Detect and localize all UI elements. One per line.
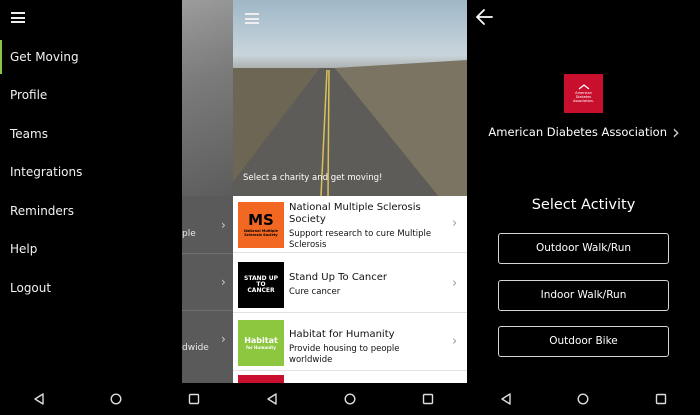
charity-row-habitat[interactable]: Habitat for Humanity Habitat for Humanit…: [233, 314, 467, 371]
charity-title: Stand Up To Cancer: [289, 272, 388, 283]
hero-image: Select a charity and get moving!: [233, 0, 467, 196]
charity-title: Habitat for Humanity: [289, 329, 395, 340]
su2c-logo: STAND UP TO CANCER: [238, 262, 284, 308]
charity-row-su2c[interactable]: STAND UP TO CANCER Stand Up To Cancer Cu…: [233, 256, 467, 313]
charity-description: Provide housing to people worldwide: [289, 344, 400, 365]
back-arrow-icon[interactable]: [475, 8, 495, 26]
selected-charity-name[interactable]: American Diabetes Association: [467, 125, 667, 139]
home-nav-icon[interactable]: [571, 387, 595, 411]
drawer-item-get-moving[interactable]: Get Moving: [0, 40, 182, 74]
backdrop-list: ple › › dwide ›: [182, 196, 233, 383]
charity-description: Cure cancer: [289, 287, 341, 297]
hero-caption: Select a charity and get moving!: [243, 173, 383, 183]
select-activity-screen: American Diabetes Association. American …: [467, 0, 700, 415]
road-illustration: [233, 60, 467, 196]
charity-title: National Multiple Sclerosis Society: [289, 202, 421, 225]
drawer-item-help[interactable]: Help: [0, 232, 182, 266]
chevron-right-icon: ›: [452, 334, 458, 349]
drawer-item-profile[interactable]: Profile: [0, 78, 182, 112]
backdrop-hero-image: [182, 0, 233, 196]
recents-nav-icon[interactable]: [416, 387, 440, 411]
ada-logo: American Diabetes Association.: [564, 74, 603, 113]
outdoor-bike-button[interactable]: Outdoor Bike: [498, 326, 669, 357]
system-nav-bar: [233, 383, 467, 415]
chevron-right-icon: ›: [452, 216, 458, 231]
chevron-right-icon: ›: [221, 332, 226, 346]
divider: [182, 253, 233, 254]
chevron-right-icon: ›: [221, 218, 226, 232]
system-nav-bar: [0, 383, 233, 415]
recents-nav-icon[interactable]: [182, 387, 206, 411]
drawer-item-logout[interactable]: Logout: [0, 271, 182, 305]
home-nav-icon[interactable]: [338, 387, 362, 411]
recents-nav-icon[interactable]: [649, 387, 673, 411]
menu-icon[interactable]: [245, 13, 259, 24]
backdrop-row-text: dwide: [182, 343, 209, 353]
charity-list-screen: Select a charity and get moving! MS Nati…: [233, 0, 467, 415]
chevron-right-icon: ›: [452, 276, 458, 291]
divider: [182, 310, 233, 311]
ada-logo-mark: [578, 84, 589, 90]
chevron-right-icon: ›: [221, 275, 226, 289]
charity-description: Support research to cure Multiple Sclero…: [289, 229, 432, 250]
menu-icon[interactable]: [11, 12, 25, 23]
ms-society-logo: MS National Multiple Sclerosis Society: [238, 202, 284, 248]
home-nav-icon[interactable]: [104, 387, 128, 411]
outdoor-walk-run-button[interactable]: Outdoor Walk/Run: [498, 233, 669, 264]
habitat-logo: Habitat for Humanity: [238, 320, 284, 366]
system-nav-bar: [467, 383, 700, 415]
drawer-backdrop: ple › › dwide ›: [182, 0, 233, 383]
drawer-item-teams[interactable]: Teams: [0, 117, 182, 151]
nav-drawer: Get Moving Profile Teams Integrations Re…: [0, 0, 182, 383]
drawer-screen: ple › › dwide › Get Moving Profile Teams…: [0, 0, 233, 415]
backdrop-row-text: ple: [182, 229, 196, 239]
chevron-right-icon[interactable]: ›: [672, 120, 680, 144]
back-nav-icon[interactable]: [27, 387, 51, 411]
back-nav-icon[interactable]: [494, 387, 518, 411]
drawer-item-integrations[interactable]: Integrations: [0, 155, 182, 189]
charity-row-ms[interactable]: MS National Multiple Sclerosis Society N…: [233, 196, 467, 253]
select-activity-heading: Select Activity: [531, 197, 636, 213]
indoor-walk-run-button[interactable]: Indoor Walk/Run: [498, 280, 669, 311]
drawer-item-reminders[interactable]: Reminders: [0, 194, 182, 228]
back-nav-icon[interactable]: [260, 387, 284, 411]
